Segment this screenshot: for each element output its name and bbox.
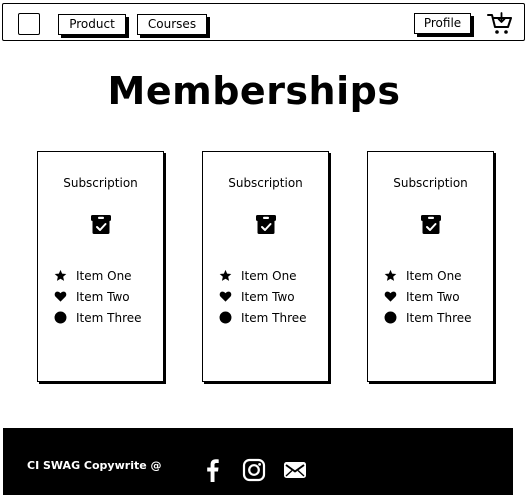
star-icon — [54, 269, 67, 281]
feature-label: Item One — [241, 268, 297, 283]
membership-card[interactable]: Subscription Item One Item Two Item Thre… — [367, 151, 494, 382]
footer-copyright: CI SWAG Copywrite @ — [27, 459, 162, 472]
list-item: Item Two — [219, 286, 307, 307]
list-item: Item Two — [54, 286, 142, 307]
circle-icon — [219, 311, 232, 324]
cart-icon[interactable] — [487, 12, 513, 36]
feature-label: Item Two — [241, 289, 295, 304]
feature-label: Item Three — [241, 310, 307, 325]
nav-profile-button[interactable]: Profile — [414, 13, 471, 34]
circle-icon — [54, 311, 67, 324]
feature-label: Item One — [406, 268, 462, 283]
facebook-icon[interactable] — [201, 458, 225, 482]
instagram-icon[interactable] — [242, 458, 266, 482]
star-icon — [219, 269, 232, 281]
membership-card[interactable]: Subscription Item One Item Two Item Thre… — [37, 151, 164, 382]
page-title: Memberships — [107, 69, 401, 113]
email-icon[interactable] — [283, 458, 307, 482]
square-logo-icon[interactable] — [18, 13, 40, 35]
feature-label: Item One — [76, 268, 132, 283]
list-item: Item Two — [384, 286, 472, 307]
feature-list: Item One Item Two Item Three — [219, 265, 307, 328]
footer: CI SWAG Copywrite @ — [3, 428, 513, 495]
list-item: Item Three — [219, 307, 307, 328]
heart-icon — [384, 291, 397, 302]
box-check-icon — [421, 215, 441, 234]
card-title: Subscription — [393, 176, 468, 190]
heart-icon — [54, 291, 67, 302]
list-item: Item Three — [384, 307, 472, 328]
heart-icon — [219, 291, 232, 302]
card-title: Subscription — [228, 176, 303, 190]
nav-courses-button[interactable]: Courses — [137, 14, 207, 35]
list-item: Item One — [54, 265, 142, 286]
feature-label: Item Three — [406, 310, 472, 325]
feature-label: Item Three — [76, 310, 142, 325]
list-item: Item Three — [54, 307, 142, 328]
list-item: Item One — [219, 265, 307, 286]
feature-list: Item One Item Two Item Three — [384, 265, 472, 328]
card-title: Subscription — [63, 176, 138, 190]
list-item: Item One — [384, 265, 472, 286]
circle-icon — [384, 311, 397, 324]
membership-card[interactable]: Subscription Item One Item Two Item Thre… — [202, 151, 329, 382]
feature-label: Item Two — [76, 289, 130, 304]
feature-label: Item Two — [406, 289, 460, 304]
feature-list: Item One Item Two Item Three — [54, 265, 142, 328]
star-icon — [384, 269, 397, 281]
box-check-icon — [91, 215, 111, 234]
navbar: Product Courses Profile — [2, 3, 525, 41]
nav-product-button[interactable]: Product — [58, 14, 126, 35]
box-check-icon — [256, 215, 276, 234]
